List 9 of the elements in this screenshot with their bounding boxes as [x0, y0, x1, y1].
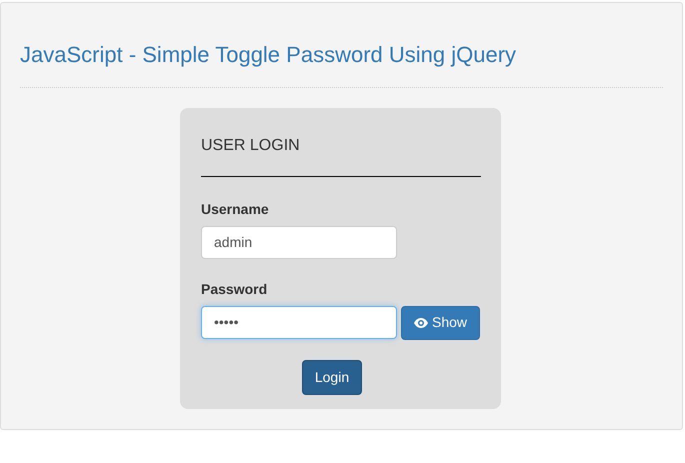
login-heading: USER LOGIN: [201, 136, 301, 156]
password-label: Password: [201, 280, 268, 299]
password-field[interactable]: •••••: [201, 306, 397, 339]
show-button[interactable]: Show: [401, 306, 480, 340]
username-field[interactable]: admin: [201, 226, 397, 259]
page-title: JavaScript - Simple Toggle Password Using jQuery: [20, 41, 518, 69]
login-button[interactable]: Login: [302, 360, 362, 395]
eye-icon: [414, 318, 428, 328]
username-label: Username: [201, 200, 270, 219]
